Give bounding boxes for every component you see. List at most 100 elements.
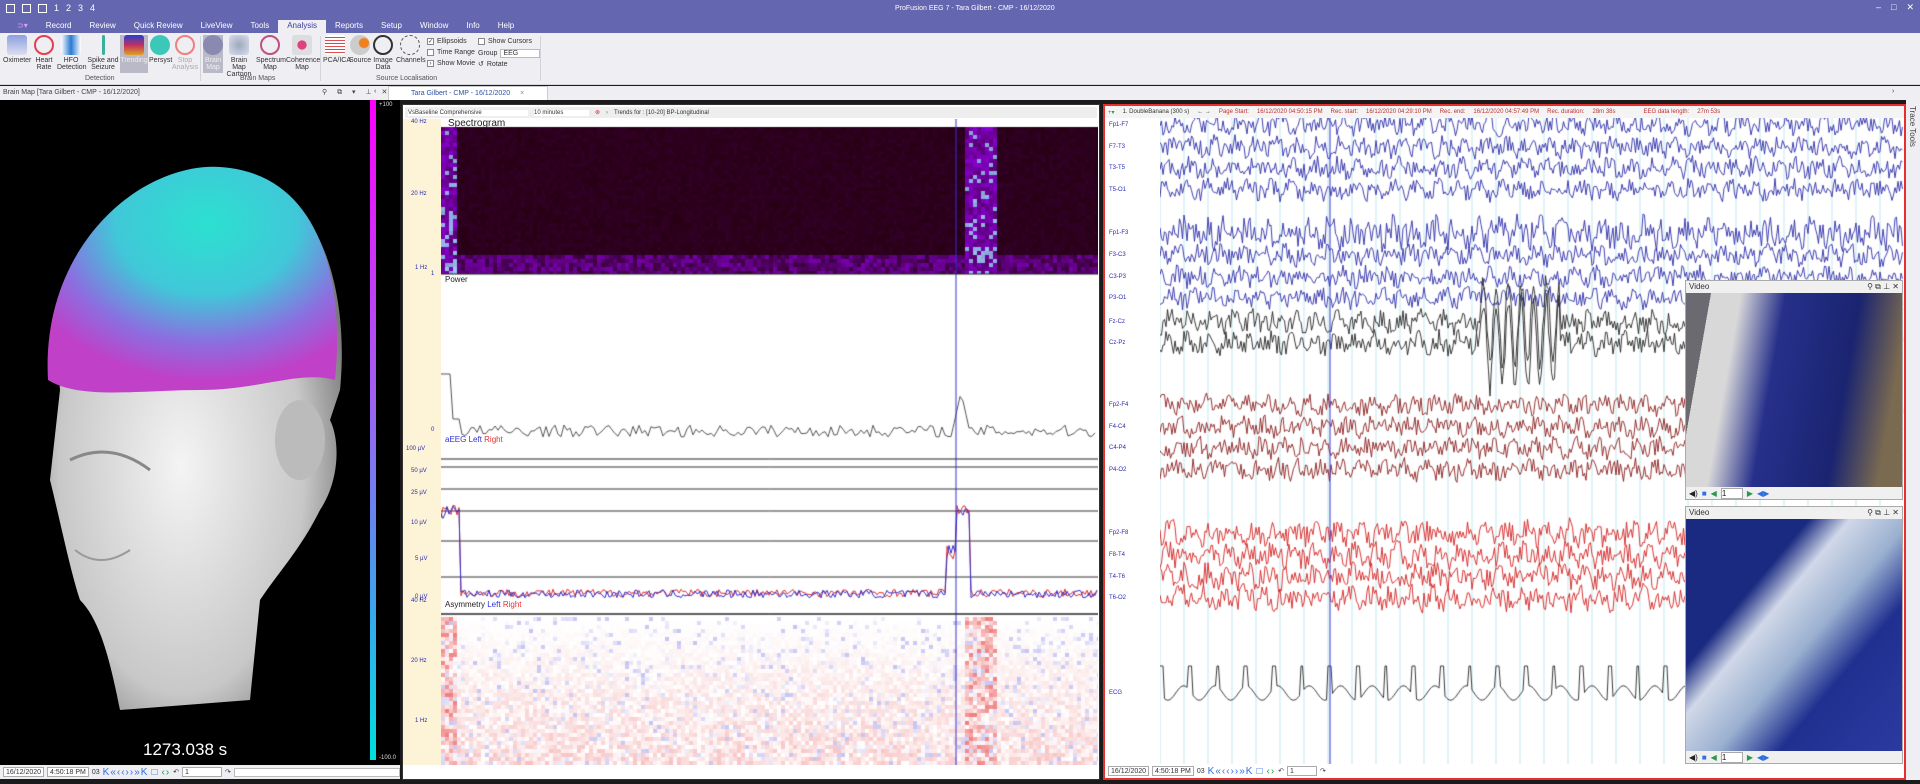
- channel-label[interactable]: Fp2-F8: [1109, 530, 1128, 536]
- stop-analysis-button[interactable]: Stop Analysis: [172, 35, 198, 71]
- skip-icons[interactable]: ◀▶: [1757, 489, 1769, 498]
- document-tab[interactable]: Tara Gilbert - CMP - 16/12/2020 ×: [388, 86, 548, 100]
- scroll-left-icon[interactable]: ‹: [374, 88, 376, 95]
- tab-window[interactable]: Window: [411, 20, 457, 33]
- channel-label[interactable]: P4-O2: [1109, 467, 1126, 473]
- page-field[interactable]: 1: [182, 767, 223, 777]
- channel-label[interactable]: Fp1-F3: [1109, 230, 1128, 236]
- quick-1[interactable]: 1: [54, 3, 59, 13]
- volume-icon[interactable]: ◀): [1689, 489, 1698, 498]
- hfo-detection-button[interactable]: HFO Detection: [57, 35, 87, 71]
- scrollbar[interactable]: [233, 767, 400, 777]
- channel-label[interactable]: Cz-Pz: [1109, 340, 1125, 346]
- spectrum-map-button[interactable]: Spectrum Map: [256, 35, 286, 71]
- panel-controls[interactable]: ⚲ ⧉ ▾ ⊥ ✕: [322, 88, 391, 97]
- channel-label[interactable]: F4-C4: [1109, 424, 1126, 430]
- image-data-button[interactable]: Image Data: [372, 35, 394, 71]
- step-buttons[interactable]: ‹›: [162, 767, 171, 778]
- source-button[interactable]: Source: [349, 35, 371, 64]
- oximeter-button[interactable]: Oximeter: [3, 35, 31, 64]
- tab-info[interactable]: Info: [457, 20, 488, 33]
- stop-icon[interactable]: □: [151, 767, 158, 778]
- channel-label[interactable]: Fz-Cz: [1109, 319, 1125, 325]
- time-range-checkbox[interactable]: Time Range: [427, 49, 475, 56]
- close-tab-icon[interactable]: ×: [520, 90, 524, 97]
- channel-label[interactable]: Fp2-F4: [1109, 402, 1128, 408]
- date-field[interactable]: 16/12/2020: [1108, 766, 1150, 776]
- channel-label[interactable]: Fp1-F7: [1109, 122, 1128, 128]
- spike-seizure-button[interactable]: Spike and Seizure: [87, 35, 119, 71]
- ellipsoids-checkbox[interactable]: ✓ Ellipsoids: [427, 38, 467, 45]
- tab-help[interactable]: Help: [489, 20, 523, 33]
- channel-label[interactable]: C4-P4: [1109, 445, 1126, 451]
- open-icon[interactable]: [22, 3, 31, 13]
- navigation-buttons[interactable]: K«‹‹››»K: [103, 767, 149, 778]
- trace-tools-sidebar[interactable]: Trace Tools: [1906, 86, 1920, 780]
- duration-select[interactable]: 10 minutes: [534, 109, 589, 116]
- channels-button[interactable]: Channels: [396, 35, 426, 64]
- frame-field[interactable]: 1: [1720, 487, 1743, 499]
- profile-select[interactable]: VsBaseline Comprehensive: [408, 109, 528, 116]
- channel-label[interactable]: ECG: [1109, 690, 1122, 696]
- channel-label[interactable]: F8-T4: [1109, 552, 1125, 558]
- video-window-controls[interactable]: ⚲ ⧉ ⊥ ✕: [1867, 508, 1899, 518]
- volume-icon[interactable]: ◀): [1689, 753, 1698, 762]
- save-icon[interactable]: [38, 3, 47, 13]
- app-menu-button[interactable]: ⊃▾: [8, 20, 37, 33]
- heart-rate-button[interactable]: Heart Rate: [32, 35, 56, 71]
- undo-icon[interactable]: ↶: [173, 768, 179, 776]
- group-select[interactable]: Group EEG: [478, 49, 541, 58]
- channel-label[interactable]: T5-O1: [1109, 187, 1126, 193]
- brain-map-button[interactable]: Brain Map: [203, 35, 223, 73]
- stop-icon[interactable]: □: [1256, 766, 1263, 777]
- stop-icon[interactable]: ■: [1702, 753, 1707, 762]
- maximize-icon[interactable]: □: [1891, 2, 1896, 13]
- redo-icon[interactable]: ↷: [225, 768, 231, 776]
- show-cursors-checkbox[interactable]: Show Cursors: [478, 38, 532, 45]
- time-field[interactable]: 4:50:18 PM: [47, 767, 89, 777]
- quick-4[interactable]: 4: [90, 3, 95, 13]
- prev-frame-icon[interactable]: ◀: [1711, 753, 1717, 762]
- minimize-icon[interactable]: –: [1876, 2, 1881, 13]
- page-field[interactable]: 1: [1287, 766, 1318, 776]
- quick-3[interactable]: 3: [78, 3, 83, 13]
- navigation-buttons[interactable]: K«‹‹››»K: [1208, 766, 1254, 777]
- video-window-controls[interactable]: ⚲ ⧉ ⊥ ✕: [1867, 282, 1899, 292]
- add-icon[interactable]: +▾: [1108, 109, 1115, 116]
- play-icon[interactable]: ▶: [1747, 753, 1753, 762]
- undo-icon[interactable]: ↶: [1278, 767, 1284, 775]
- channel-label[interactable]: T3-T5: [1109, 165, 1125, 171]
- date-field[interactable]: 16/12/2020: [3, 767, 45, 777]
- close-icon[interactable]: ✕: [1906, 2, 1914, 13]
- tab-review[interactable]: Review: [81, 20, 125, 33]
- prev-frame-icon[interactable]: ◀: [1711, 489, 1717, 498]
- tab-liveview[interactable]: LiveView: [192, 20, 242, 33]
- quick-2[interactable]: 2: [66, 3, 71, 13]
- tab-analysis[interactable]: Analysis: [278, 20, 327, 33]
- trending-button[interactable]: Trending: [120, 35, 148, 73]
- go-icon[interactable]: ›: [606, 110, 608, 116]
- stop-icon[interactable]: ■: [1702, 489, 1707, 498]
- channel-label[interactable]: T6-O2: [1109, 595, 1126, 601]
- channel-label[interactable]: T4-T6: [1109, 574, 1125, 580]
- channel-label[interactable]: F7-T3: [1109, 144, 1125, 150]
- montage-select[interactable]: 1. DoubleBanana (300 s): [1123, 109, 1190, 115]
- brain-map-view[interactable]: +100 -100.0 1273.038 s: [0, 100, 400, 765]
- expand-icon[interactable]: ›: [1892, 88, 1894, 95]
- channel-label[interactable]: F3-C3: [1109, 252, 1126, 258]
- tab-quick-review[interactable]: Quick Review: [125, 20, 192, 33]
- persyst-button[interactable]: Persyst: [149, 35, 172, 64]
- rotate-button[interactable]: ↺ Rotate: [478, 60, 508, 69]
- cancel-icon[interactable]: ⊗: [595, 109, 600, 116]
- tab-setup[interactable]: Setup: [372, 20, 411, 33]
- play-icon[interactable]: ▶: [1747, 489, 1753, 498]
- channel-label[interactable]: P3-O1: [1109, 295, 1126, 301]
- skip-icons[interactable]: ◀▶: [1757, 753, 1769, 762]
- tab-record[interactable]: Record: [37, 20, 81, 33]
- step-buttons[interactable]: ‹›: [1267, 766, 1276, 777]
- redo-icon[interactable]: ↷: [1320, 767, 1326, 775]
- coherence-map-button[interactable]: Coherence Map: [286, 35, 320, 71]
- back-forward-icons[interactable]: ← →: [1197, 109, 1211, 115]
- show-movie-button[interactable]: › Show Movie: [427, 60, 475, 67]
- trend-plots[interactable]: [441, 119, 1098, 765]
